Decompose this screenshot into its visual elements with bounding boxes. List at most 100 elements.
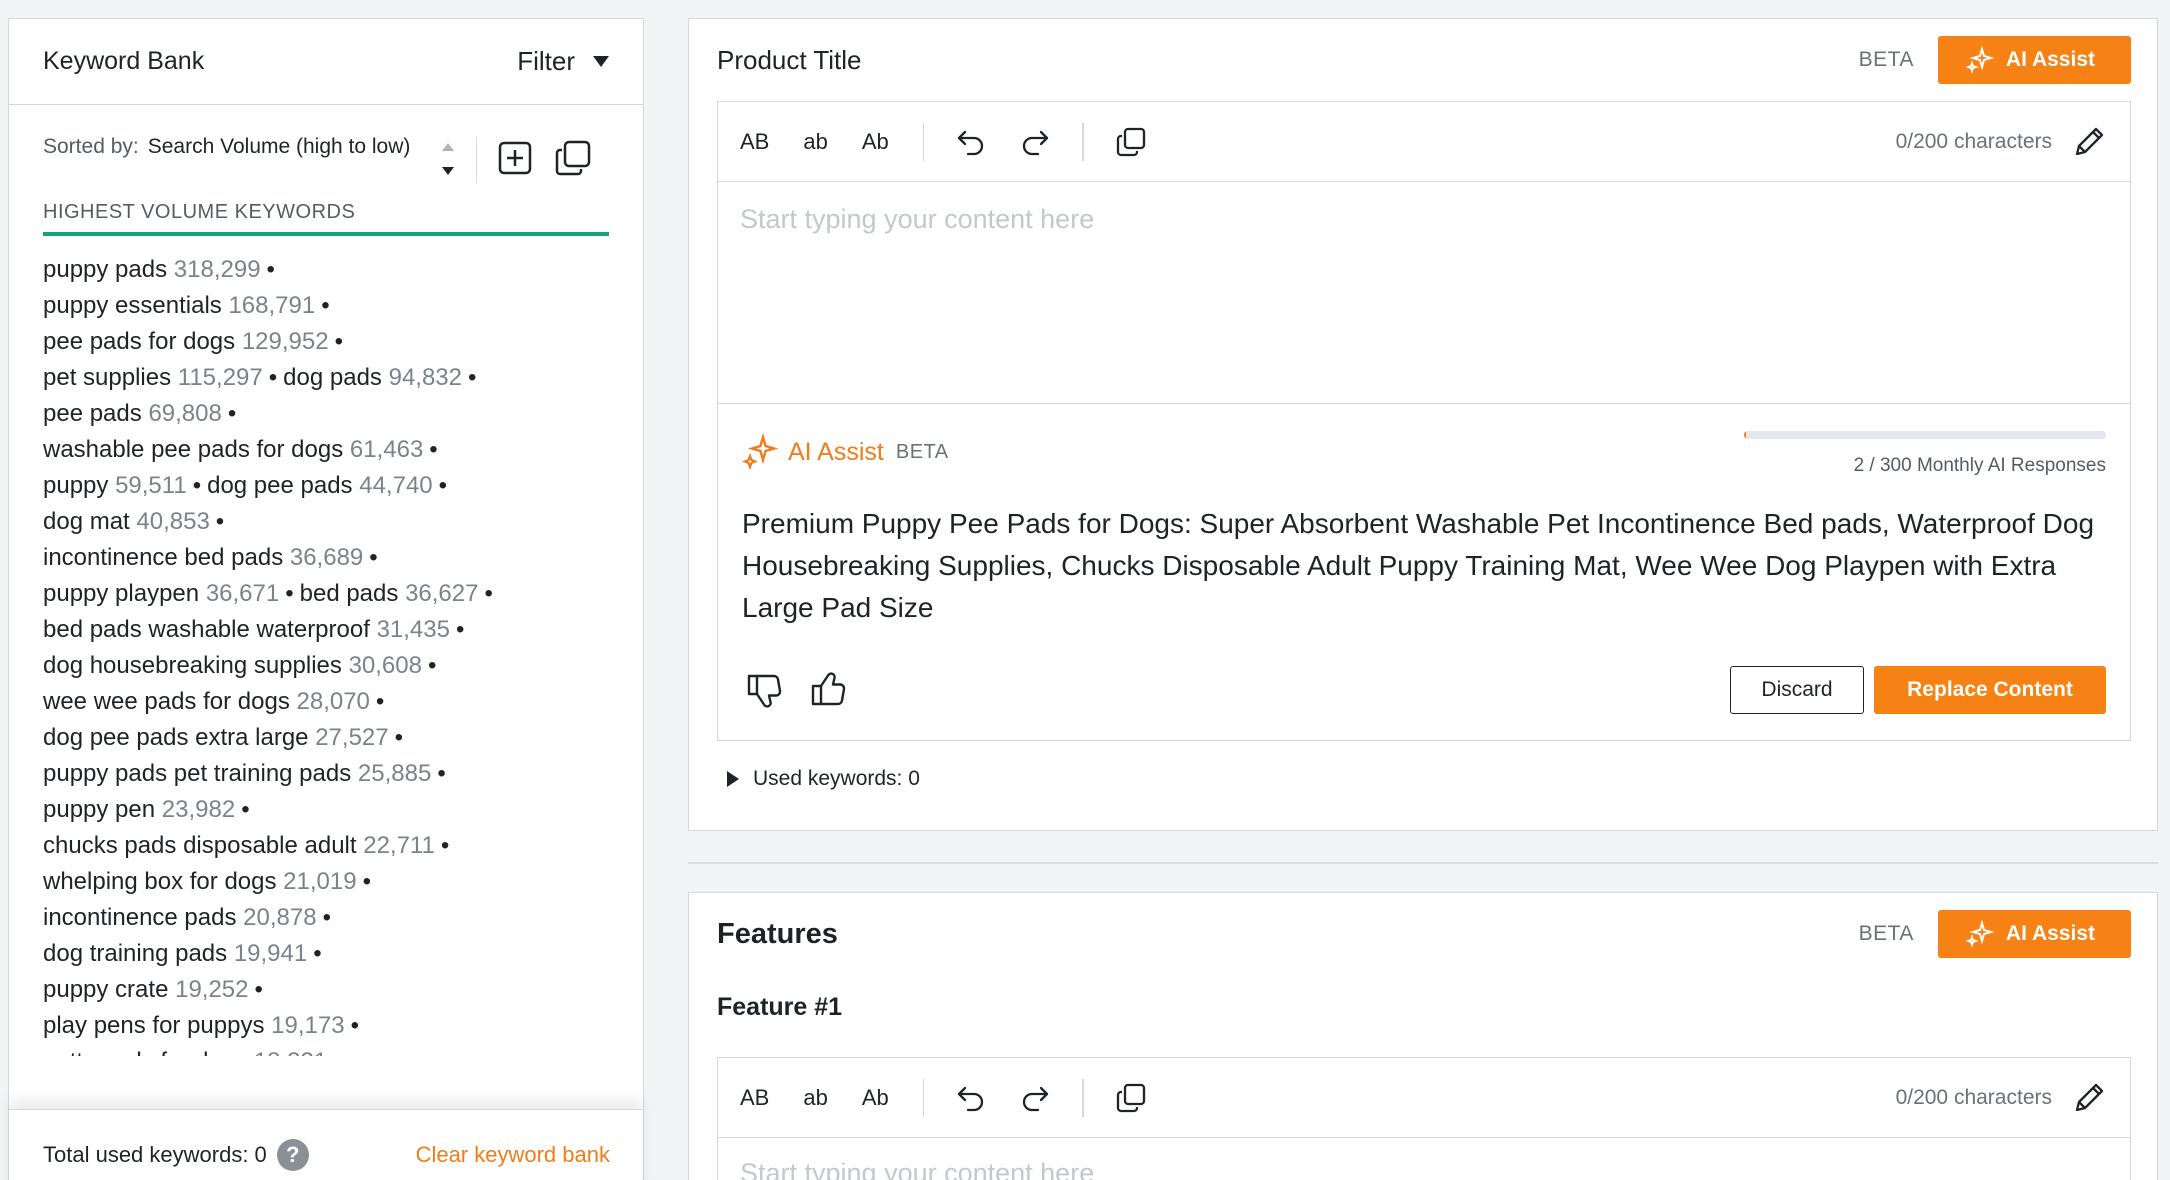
undo-button[interactable] (954, 125, 988, 159)
keyword-separator: • (468, 364, 477, 391)
keyword-volume: 19,941 (233, 940, 308, 967)
keyword-separator: • (362, 868, 371, 895)
plus-square-icon (499, 141, 532, 175)
keyword-term[interactable]: puppy playpen (43, 580, 199, 607)
discard-button[interactable]: Discard (1730, 666, 1864, 714)
feature-editor: AB ab Ab 0/200 characters Start typing y… (717, 1057, 2131, 1180)
redo-icon (1023, 1086, 1049, 1111)
lowercase-button[interactable]: ab (803, 1085, 827, 1111)
keyword-term[interactable]: puppy (43, 472, 108, 499)
keyword-volume: 30,608 (348, 652, 422, 679)
title-editor: AB ab Ab 0/200 characters Start typing y… (717, 101, 2131, 741)
keyword-line: incontinence bed pads 36,689 • (43, 540, 609, 576)
keyword-term[interactable]: washable pee pads for dogs (43, 436, 343, 463)
keyword-term[interactable]: pee pads for dogs (43, 328, 235, 355)
keyword-term[interactable]: puppy pen (43, 796, 155, 823)
capitalize-button[interactable]: Ab (862, 1085, 889, 1111)
keyword-line: dog mat 40,853 • (43, 504, 609, 540)
uppercase-button[interactable]: AB (740, 129, 769, 155)
keyword-term[interactable]: bed pads washable waterproof (43, 616, 370, 643)
sort-arrows[interactable] (433, 131, 462, 175)
card-title: Product Title (717, 44, 862, 75)
keyword-separator: • (429, 436, 438, 463)
ai-suggestion-text: Premium Puppy Pee Pads for Dogs: Super A… (742, 508, 2095, 623)
keyword-term[interactable]: dog pee pads extra large (43, 724, 309, 751)
keyword-term[interactable]: dog pee pads (207, 472, 352, 499)
keyword-term[interactable]: incontinence pads (43, 904, 236, 931)
features-card: Features BETA AI Assist Feature #1 AB ab… (688, 892, 2158, 1180)
copy-icon (1116, 1083, 1145, 1112)
lowercase-button[interactable]: ab (803, 129, 827, 155)
copy-keywords-button[interactable] (551, 135, 595, 181)
keyword-term[interactable]: dog pads (283, 364, 382, 391)
keyword-bank-title: Keyword Bank (43, 47, 205, 75)
feature-input[interactable]: Start typing your content here (718, 1138, 2130, 1180)
thumbs-down-button[interactable] (742, 667, 788, 713)
title-input[interactable]: Start typing your content here (718, 182, 2130, 404)
keyword-line: puppy pen 23,982 • (43, 792, 609, 828)
filter-dropdown[interactable]: Filter (517, 46, 609, 77)
keyword-volume: 129,952 (241, 328, 329, 355)
uppercase-button[interactable]: AB (740, 1085, 769, 1111)
keyword-term[interactable]: potty pads for dogs (43, 1048, 247, 1056)
usage-text: 2 / 300 Monthly AI Responses (1853, 455, 2106, 476)
keyword-line: puppy essentials 168,791 • (43, 288, 609, 324)
undo-button[interactable] (954, 1081, 988, 1115)
keyword-term[interactable]: bed pads (300, 580, 399, 607)
keyword-separator: • (437, 760, 446, 787)
thumbs-up-button[interactable] (806, 667, 852, 713)
ai-assist-button[interactable]: AI Assist (1937, 910, 2131, 958)
keyword-separator: • (394, 724, 404, 751)
editor-toolbar: AB ab Ab 0/200 characters (718, 102, 2130, 182)
keyword-volume: 36,671 (205, 580, 280, 607)
keyword-term[interactable]: puppy pads pet training pads (43, 760, 351, 787)
pencil-icon (2075, 127, 2104, 155)
keyword-line: pee pads for dogs 129,952 • (43, 324, 609, 360)
replace-content-button[interactable]: Replace Content (1874, 666, 2106, 714)
redo-button[interactable] (1018, 125, 1052, 159)
keyword-term[interactable]: incontinence bed pads (43, 544, 283, 571)
sort-select[interactable]: Search Volume (high to low) (148, 131, 434, 162)
copy-button[interactable] (1114, 1081, 1148, 1115)
keyword-term[interactable]: play pens for puppys (43, 1012, 264, 1039)
keyword-volume: 94,832 (388, 364, 462, 391)
keyword-volume: 168,791 (228, 292, 316, 319)
keyword-volume: 25,885 (357, 760, 432, 787)
divider (922, 1078, 925, 1117)
keyword-separator: • (427, 652, 437, 679)
add-keyword-button[interactable] (493, 135, 537, 181)
keyword-separator: • (266, 256, 275, 283)
keyword-separator: • (455, 616, 465, 643)
keyword-term[interactable]: puppy pads (43, 256, 167, 283)
keyword-term[interactable]: dog training pads (43, 940, 227, 967)
ai-assist-heading: AI Assist BETA (742, 434, 949, 470)
keyword-term[interactable]: puppy essentials (43, 292, 222, 319)
help-icon[interactable]: ? (276, 1138, 309, 1171)
keyword-term[interactable]: dog housebreaking supplies (43, 652, 342, 679)
sort-label: Sorted by: (43, 135, 139, 158)
clear-keyword-bank-link[interactable]: Clear keyword bank (416, 1142, 610, 1168)
keyword-volume: 44,740 (359, 472, 433, 499)
keyword-line: puppy crate 19,252 • (43, 972, 609, 1008)
redo-button[interactable] (1018, 1081, 1052, 1115)
usage-progress-fill (1744, 431, 1747, 439)
keyword-separator: • (241, 796, 250, 823)
keyword-term[interactable]: pet supplies (43, 364, 171, 391)
keyword-term[interactable]: dog mat (43, 508, 130, 535)
edit-button[interactable] (2072, 125, 2106, 159)
keyword-separator: • (369, 544, 378, 571)
keyword-term[interactable]: wee wee pads for dogs (43, 688, 290, 715)
keyword-term[interactable]: puppy crate (43, 976, 168, 1003)
edit-button[interactable] (2072, 1081, 2106, 1115)
keyword-term[interactable]: whelping box for dogs (43, 868, 276, 895)
divider (1082, 1078, 1084, 1117)
capitalize-button[interactable]: Ab (862, 129, 889, 155)
keyword-separator: • (313, 940, 322, 967)
keyword-term[interactable]: chucks pads disposable adult (43, 832, 357, 859)
used-keywords-toggle[interactable]: Used keywords: 0 (689, 741, 2157, 791)
keyword-separator: • (350, 1012, 359, 1039)
ai-assist-button[interactable]: AI Assist (1937, 36, 2131, 84)
keyword-term[interactable]: pee pads (43, 400, 142, 427)
copy-button[interactable] (1114, 125, 1148, 159)
keyword-separator: • (254, 976, 263, 1003)
